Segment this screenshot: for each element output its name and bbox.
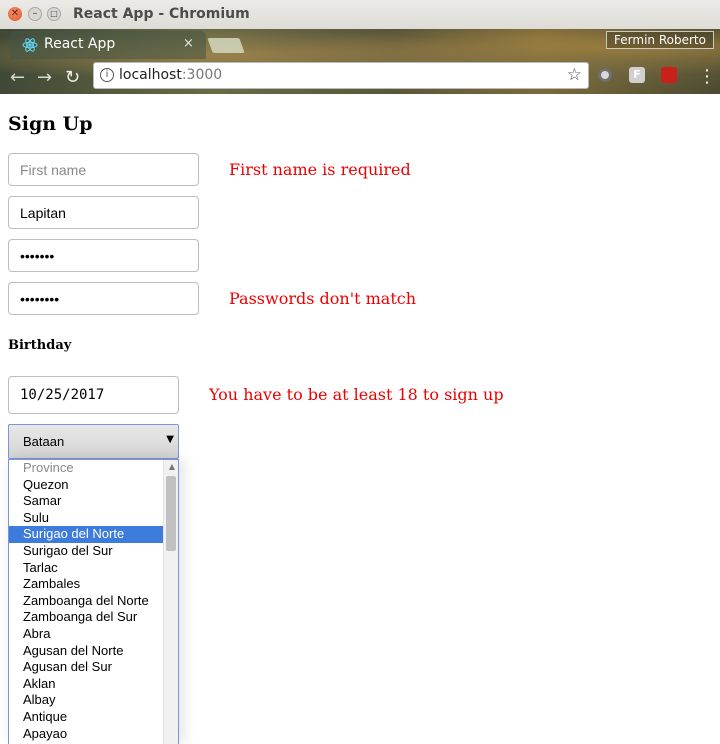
profile-button[interactable]: Fermin Roberto: [606, 31, 714, 49]
province-option[interactable]: Agusan del Norte: [9, 643, 163, 660]
dropdown-scrollbar[interactable]: ▲: [163, 460, 178, 744]
password-input[interactable]: [8, 239, 199, 272]
province-option[interactable]: Aklan: [9, 676, 163, 693]
province-select[interactable]: Bataan ▼: [8, 424, 179, 459]
react-logo-icon: [22, 38, 38, 52]
new-tab-button[interactable]: [207, 38, 245, 53]
window-titlebar: ✕ – □ React App - Chromium: [0, 0, 720, 30]
province-option[interactable]: Samar: [9, 493, 163, 510]
forward-icon[interactable]: →: [37, 67, 52, 88]
province-option[interactable]: Quezon: [9, 477, 163, 494]
province-option[interactable]: Albay: [9, 692, 163, 709]
url-host: localhost: [119, 67, 182, 83]
window-close-button[interactable]: ✕: [8, 7, 22, 21]
reload-icon[interactable]: ↻: [65, 67, 80, 88]
province-option[interactable]: Tarlac: [9, 560, 163, 577]
tab-title: React App: [44, 36, 116, 52]
last-name-input[interactable]: [8, 196, 199, 229]
province-dropdown-list[interactable]: Province Quezon Samar Sulu Surigao del Norte…: [8, 459, 179, 744]
province-option[interactable]: Apayao: [9, 726, 163, 743]
url-text: localhost:3000: [119, 67, 222, 83]
province-option[interactable]: Antique: [9, 709, 163, 726]
scrollbar-thumb[interactable]: [166, 476, 176, 551]
birthday-label: Birthday: [8, 338, 72, 353]
province-option[interactable]: Surigao del Norte: [9, 526, 163, 543]
province-selected-value: Bataan: [23, 434, 65, 449]
province-option[interactable]: Zamboanga del Sur: [9, 609, 163, 626]
tab-close-icon[interactable]: ×: [183, 36, 194, 51]
browser-chrome: React App × Fermin Roberto ← → ↻ i local…: [0, 29, 720, 94]
first-name-input[interactable]: [8, 153, 199, 186]
province-option[interactable]: Agusan del Sur: [9, 659, 163, 676]
province-option[interactable]: Province: [9, 460, 163, 477]
page-title: Sign Up: [8, 113, 93, 135]
back-icon[interactable]: ←: [10, 67, 25, 88]
province-option[interactable]: Sulu: [9, 510, 163, 527]
window-title: React App - Chromium: [73, 6, 250, 22]
dropdown-arrow-icon: ▼: [166, 434, 174, 445]
first-name-error: First name is required: [229, 160, 411, 179]
province-option[interactable]: Abra: [9, 626, 163, 643]
birthday-error: You have to be at least 18 to sign up: [209, 385, 504, 404]
info-icon[interactable]: i: [100, 68, 114, 82]
birthday-date-input[interactable]: 10/25/2017: [8, 376, 179, 414]
scroll-up-arrow-icon[interactable]: ▲: [169, 462, 175, 471]
extension-circle-icon[interactable]: [598, 68, 612, 82]
address-bar[interactable]: i localhost:3000 ☆: [93, 62, 589, 89]
bookmark-star-icon[interactable]: ☆: [567, 65, 582, 85]
province-option[interactable]: Zamboanga del Norte: [9, 593, 163, 610]
menu-icon[interactable]: ⋮: [698, 66, 716, 87]
window-minimize-button[interactable]: –: [28, 7, 42, 21]
confirm-password-input[interactable]: [8, 282, 199, 315]
extension-f-icon[interactable]: F: [629, 67, 645, 83]
browser-tab[interactable]: React App ×: [10, 31, 206, 59]
province-option[interactable]: Surigao del Sur: [9, 543, 163, 560]
password-mismatch-error: Passwords don't match: [229, 289, 417, 308]
url-port: :3000: [181, 67, 223, 83]
window-maximize-button[interactable]: □: [47, 7, 61, 21]
province-option[interactable]: Zambales: [9, 576, 163, 593]
extension-red-icon[interactable]: [661, 67, 677, 83]
